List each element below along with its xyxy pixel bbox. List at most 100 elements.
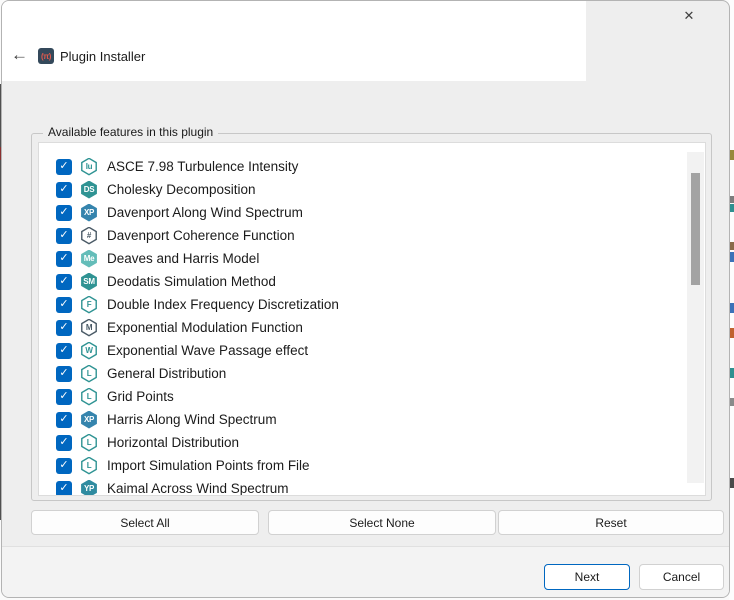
feature-row[interactable]: ✓ DS Cholesky Decomposition: [39, 178, 705, 201]
feature-hexagon-icon: L: [80, 457, 98, 475]
feature-checkbox[interactable]: ✓: [56, 366, 72, 382]
feature-row[interactable]: ✓ F Double Index Frequency Discretizatio…: [39, 293, 705, 316]
groupbox-label: Available features in this plugin: [43, 125, 218, 139]
close-icon[interactable]: ✕: [680, 7, 698, 25]
feature-hexagon-icon: Me: [80, 250, 98, 268]
feature-row[interactable]: ✓ SM Deodatis Simulation Method: [39, 270, 705, 293]
checkmark-icon: ✓: [59, 391, 68, 402]
feature-hexagon-icon: #: [80, 227, 98, 245]
background-icon-fragment: [730, 242, 734, 250]
feature-label: Kaimal Across Wind Spectrum: [107, 481, 289, 496]
feature-checkbox[interactable]: ✓: [56, 297, 72, 313]
page-title: Plugin Installer: [60, 49, 145, 64]
feature-hexagon-icon: W: [80, 342, 98, 360]
feature-hexagon-icon: F: [80, 296, 98, 314]
reset-button[interactable]: Reset: [498, 510, 724, 535]
scrollbar[interactable]: [687, 152, 704, 483]
checkmark-icon: ✓: [59, 207, 68, 218]
checkmark-icon: ✓: [59, 184, 68, 195]
checkmark-icon: ✓: [59, 414, 68, 425]
checkmark-icon: ✓: [59, 299, 68, 310]
checkmark-icon: ✓: [59, 253, 68, 264]
feature-checkbox[interactable]: ✓: [56, 389, 72, 405]
footer: Next Cancel: [2, 546, 729, 597]
feature-checkbox[interactable]: ✓: [56, 228, 72, 244]
plugin-installer-dialog: ← (π) Plugin Installer ✕ Available featu…: [1, 0, 730, 598]
feature-row[interactable]: ✓ L Grid Points: [39, 385, 705, 408]
next-button[interactable]: Next: [544, 564, 630, 590]
dialog-header: ← (π) Plugin Installer: [2, 1, 586, 81]
feature-row[interactable]: ✓ Iu ASCE 7.98 Turbulence Intensity: [39, 155, 705, 178]
feature-checkbox[interactable]: ✓: [56, 159, 72, 175]
feature-hexagon-icon: DS: [80, 181, 98, 199]
feature-hexagon-icon: L: [80, 388, 98, 406]
background-icon-fragment: [730, 328, 734, 338]
screenshot-root: ← (π) Plugin Installer ✕ Available featu…: [0, 0, 734, 600]
feature-checkbox[interactable]: ✓: [56, 343, 72, 359]
feature-row[interactable]: ✓ M Exponential Modulation Function: [39, 316, 705, 339]
feature-hexagon-icon: YP: [80, 480, 98, 497]
feature-row[interactable]: ✓ L General Distribution: [39, 362, 705, 385]
feature-row[interactable]: ✓ L Import Simulation Points from File: [39, 454, 705, 477]
checkmark-icon: ✓: [59, 345, 68, 356]
background-icon-fragment: [730, 196, 734, 203]
feature-label: Davenport Along Wind Spectrum: [107, 205, 303, 220]
feature-hexagon-icon: L: [80, 434, 98, 452]
feature-label: Deodatis Simulation Method: [107, 274, 276, 289]
feature-hexagon-icon: M: [80, 319, 98, 337]
select-all-button[interactable]: Select All: [31, 510, 259, 535]
checkmark-icon: ✓: [59, 230, 68, 241]
feature-row[interactable]: ✓ W Exponential Wave Passage effect: [39, 339, 705, 362]
feature-hexagon-icon: XP: [80, 411, 98, 429]
feature-checkbox[interactable]: ✓: [56, 182, 72, 198]
checkmark-icon: ✓: [59, 276, 68, 287]
feature-row[interactable]: ✓ # Davenport Coherence Function: [39, 224, 705, 247]
feature-row[interactable]: ✓ L Horizontal Distribution: [39, 431, 705, 454]
feature-label: Exponential Wave Passage effect: [107, 343, 308, 358]
feature-checkbox[interactable]: ✓: [56, 481, 72, 497]
background-icon-fragment: [730, 303, 734, 313]
background-icon-fragment: [730, 398, 734, 406]
feature-checkbox[interactable]: ✓: [56, 251, 72, 267]
feature-row[interactable]: ✓ YP Kaimal Across Wind Spectrum: [39, 477, 705, 496]
feature-row[interactable]: ✓ XP Davenport Along Wind Spectrum: [39, 201, 705, 224]
feature-checkbox[interactable]: ✓: [56, 320, 72, 336]
checkmark-icon: ✓: [59, 322, 68, 333]
scrollbar-thumb[interactable]: [691, 173, 700, 285]
feature-checkbox[interactable]: ✓: [56, 435, 72, 451]
feature-hexagon-icon: XP: [80, 204, 98, 222]
feature-checkbox[interactable]: ✓: [56, 412, 72, 428]
background-icon-fragment: [730, 204, 734, 212]
feature-label: Double Index Frequency Discretization: [107, 297, 339, 312]
back-arrow-icon[interactable]: ←: [11, 45, 28, 65]
feature-label: Harris Along Wind Spectrum: [107, 412, 277, 427]
feature-checkbox[interactable]: ✓: [56, 274, 72, 290]
feature-checkbox[interactable]: ✓: [56, 458, 72, 474]
plugin-installer-app-icon: (π): [38, 48, 54, 64]
feature-row[interactable]: ✓ XP Harris Along Wind Spectrum: [39, 408, 705, 431]
feature-list[interactable]: ✓ Iu ASCE 7.98 Turbulence Intensity ✓ DS…: [38, 142, 706, 496]
feature-checkbox[interactable]: ✓: [56, 205, 72, 221]
feature-label: Horizontal Distribution: [107, 435, 239, 450]
feature-label: Exponential Modulation Function: [107, 320, 303, 335]
checkmark-icon: ✓: [59, 368, 68, 379]
background-icon-fragment: [730, 252, 734, 262]
feature-hexagon-icon: L: [80, 365, 98, 383]
checkmark-icon: ✓: [59, 483, 68, 494]
feature-label: Deaves and Harris Model: [107, 251, 259, 266]
feature-label: Davenport Coherence Function: [107, 228, 295, 243]
checkmark-icon: ✓: [59, 437, 68, 448]
select-none-button[interactable]: Select None: [268, 510, 496, 535]
checkmark-icon: ✓: [59, 460, 68, 471]
background-icon-fragment: [730, 478, 734, 488]
background-icon-fragment: [730, 368, 734, 378]
feature-label: Grid Points: [107, 389, 174, 404]
feature-hexagon-icon: Iu: [80, 158, 98, 176]
feature-row[interactable]: ✓ Me Deaves and Harris Model: [39, 247, 705, 270]
available-features-groupbox: Available features in this plugin ✓ Iu A…: [31, 133, 712, 501]
feature-label: ASCE 7.98 Turbulence Intensity: [107, 159, 298, 174]
background-icon-fragment: [730, 150, 734, 160]
cancel-button[interactable]: Cancel: [639, 564, 724, 590]
feature-hexagon-icon: SM: [80, 273, 98, 291]
checkmark-icon: ✓: [59, 161, 68, 172]
